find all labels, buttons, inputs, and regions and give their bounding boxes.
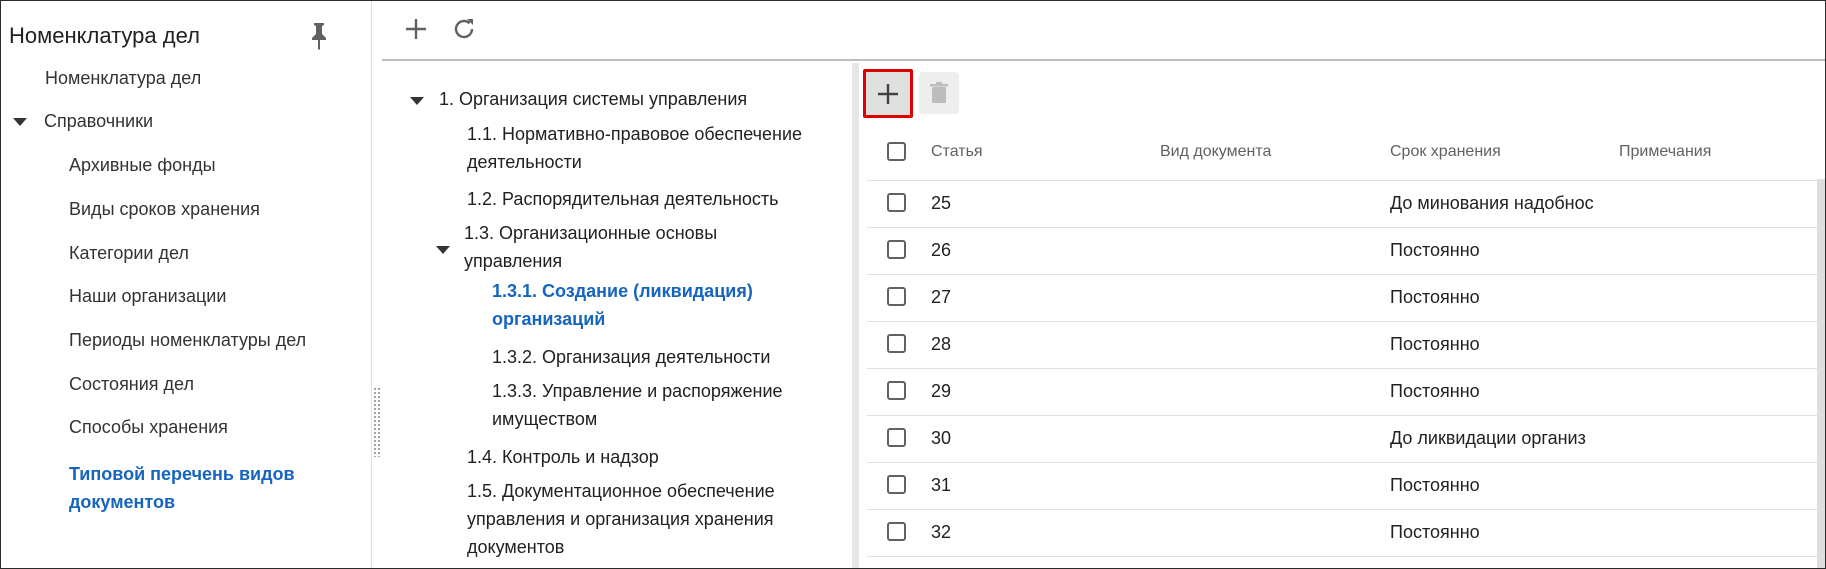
cell-article: 30 [931,428,952,448]
delete-row-button[interactable] [919,72,959,114]
tree-panel: 1. Организация системы управления 1.1. Н… [382,63,852,568]
row-checkbox[interactable] [887,287,906,306]
plus-icon [878,84,898,104]
cell-article: 29 [931,381,952,401]
grid-header: Статья Вид документа Срок хранения Приме… [867,125,1825,181]
tree-item-1-2[interactable]: 1.2. Распорядительная деятельность [467,185,779,213]
table-row[interactable]: 27 Постоянно [867,275,1825,322]
tree-item-label: имуществом [492,409,598,429]
sidebar-item-nomenclature[interactable]: Номенклатура дел [45,68,201,89]
tree-item-1-3-1[interactable]: 1.3.1. Создание (ликвидация) организаций [492,277,753,333]
tree-item-label: 1.5. Документационное обеспечение [467,481,775,501]
table-row[interactable]: 28 Постоянно [867,322,1825,369]
cell-article: 28 [931,334,952,354]
tree-item-label: деятельности [467,152,582,172]
tree-item-label: управления и организация хранения [467,509,774,529]
data-grid: Статья Вид документа Срок хранения Приме… [867,125,1825,568]
cell-article: 26 [931,240,952,260]
sidebar-item-archive-funds[interactable]: Архивные фонды [69,155,216,176]
app-window: Номенклатура дел Номенклатура дел Справо… [0,0,1826,569]
table-row[interactable]: 30 До ликвидации организ [867,416,1825,463]
cell-storage-term: Постоянно [1390,287,1480,307]
cell-article: 32 [931,522,952,542]
column-header-notes[interactable]: Примечания [1619,143,1711,161]
sidebar-item-case-categories[interactable]: Категории дел [69,243,189,264]
row-checkbox[interactable] [887,193,906,212]
caret-down-icon[interactable] [436,246,450,254]
sidebar-item-label: Типовой перечень видов [69,464,295,484]
row-checkbox[interactable] [887,475,906,494]
row-checkbox[interactable] [887,381,906,400]
cell-storage-term: Постоянно [1390,475,1480,495]
tree-item-1-4[interactable]: 1.4. Контроль и надзор [467,443,659,471]
tree-item-label: 1.1. Нормативно-правовое обеспечение [467,124,803,144]
cell-storage-term: Постоянно [1390,522,1480,542]
cell-storage-term: До ликвидации организ [1390,428,1586,448]
table-row[interactable]: 29 Постоянно [867,369,1825,416]
tree-item-label: 1.3.3. Управление и распоряжение [492,381,783,401]
caret-down-icon[interactable] [13,118,27,126]
column-header-article[interactable]: Статья [931,143,983,161]
table-row[interactable]: 31 Постоянно [867,463,1825,510]
tree-item-label: 1.3.1. Создание (ликвидация) [492,281,753,301]
pin-icon[interactable] [307,21,331,51]
row-checkbox[interactable] [887,522,906,541]
sidebar-item-references[interactable]: Справочники [44,111,153,132]
cell-storage-term: Постоянно [1390,381,1480,401]
column-header-doc-type[interactable]: Вид документа [1160,143,1271,161]
table-row[interactable]: 32 Постоянно [867,510,1825,557]
cell-storage-term: До минования надобнос [1390,193,1594,213]
sidebar-item-our-organizations[interactable]: Наши организации [69,286,226,307]
tree-item-1-3[interactable]: 1.3. Организационные основы управления [464,219,717,275]
cell-article: 25 [931,193,952,213]
tree-item-1-3-2[interactable]: 1.3.2. Организация деятельности [492,343,770,371]
grid-panel: Статья Вид документа Срок хранения Приме… [859,63,1825,568]
cell-article: 27 [931,287,952,307]
sidebar-item-storage-methods[interactable]: Способы хранения [69,417,228,438]
tree-item-1-1[interactable]: 1.1. Нормативно-правовое обеспечение дея… [467,120,802,176]
sidebar-item-label: документов [69,492,176,512]
cell-storage-term: Постоянно [1390,240,1480,260]
sidebar-item-nomenclature-periods[interactable]: Периоды номенклатуры дел [69,330,306,351]
table-row[interactable]: 25 До минования надобнос [867,181,1825,228]
top-toolbar [382,1,1825,61]
tree-item-label: организаций [492,309,606,329]
sidebar-item-case-states[interactable]: Состояния дел [69,374,194,395]
tree-item-1[interactable]: 1. Организация системы управления [439,85,747,113]
cell-storage-term: Постоянно [1390,334,1480,354]
row-checkbox[interactable] [887,240,906,259]
cell-article: 31 [931,475,952,495]
sidebar: Номенклатура дел Номенклатура дел Справо… [1,1,372,568]
select-all-checkbox[interactable] [887,142,906,161]
refresh-icon[interactable] [450,15,478,43]
grid-toolbar [859,63,1825,125]
plus-icon[interactable] [402,15,430,43]
tree-item-label: управления [464,251,563,271]
column-header-storage-term[interactable]: Срок хранения [1390,143,1501,161]
add-row-button[interactable] [863,69,913,118]
trash-icon [930,82,948,103]
row-checkbox[interactable] [887,428,906,447]
tree-item-label: документов [467,537,565,557]
caret-down-icon[interactable] [410,97,424,105]
row-checkbox[interactable] [887,334,906,353]
sidebar-item-document-types-list[interactable]: Типовой перечень видов документов [69,460,295,516]
tree-item-1-3-3[interactable]: 1.3.3. Управление и распоряжение имущест… [492,377,783,433]
table-row[interactable]: 26 Постоянно [867,228,1825,275]
sidebar-title: Номенклатура дел [9,23,200,48]
sidebar-item-storage-term-types[interactable]: Виды сроков хранения [69,199,260,220]
grid-scrollbar[interactable] [1817,179,1825,568]
sidebar-resize-handle[interactable] [373,387,381,457]
tree-item-1-5[interactable]: 1.5. Документационное обеспечение управл… [467,477,775,561]
tree-item-label: 1.3. Организационные основы [464,223,718,243]
